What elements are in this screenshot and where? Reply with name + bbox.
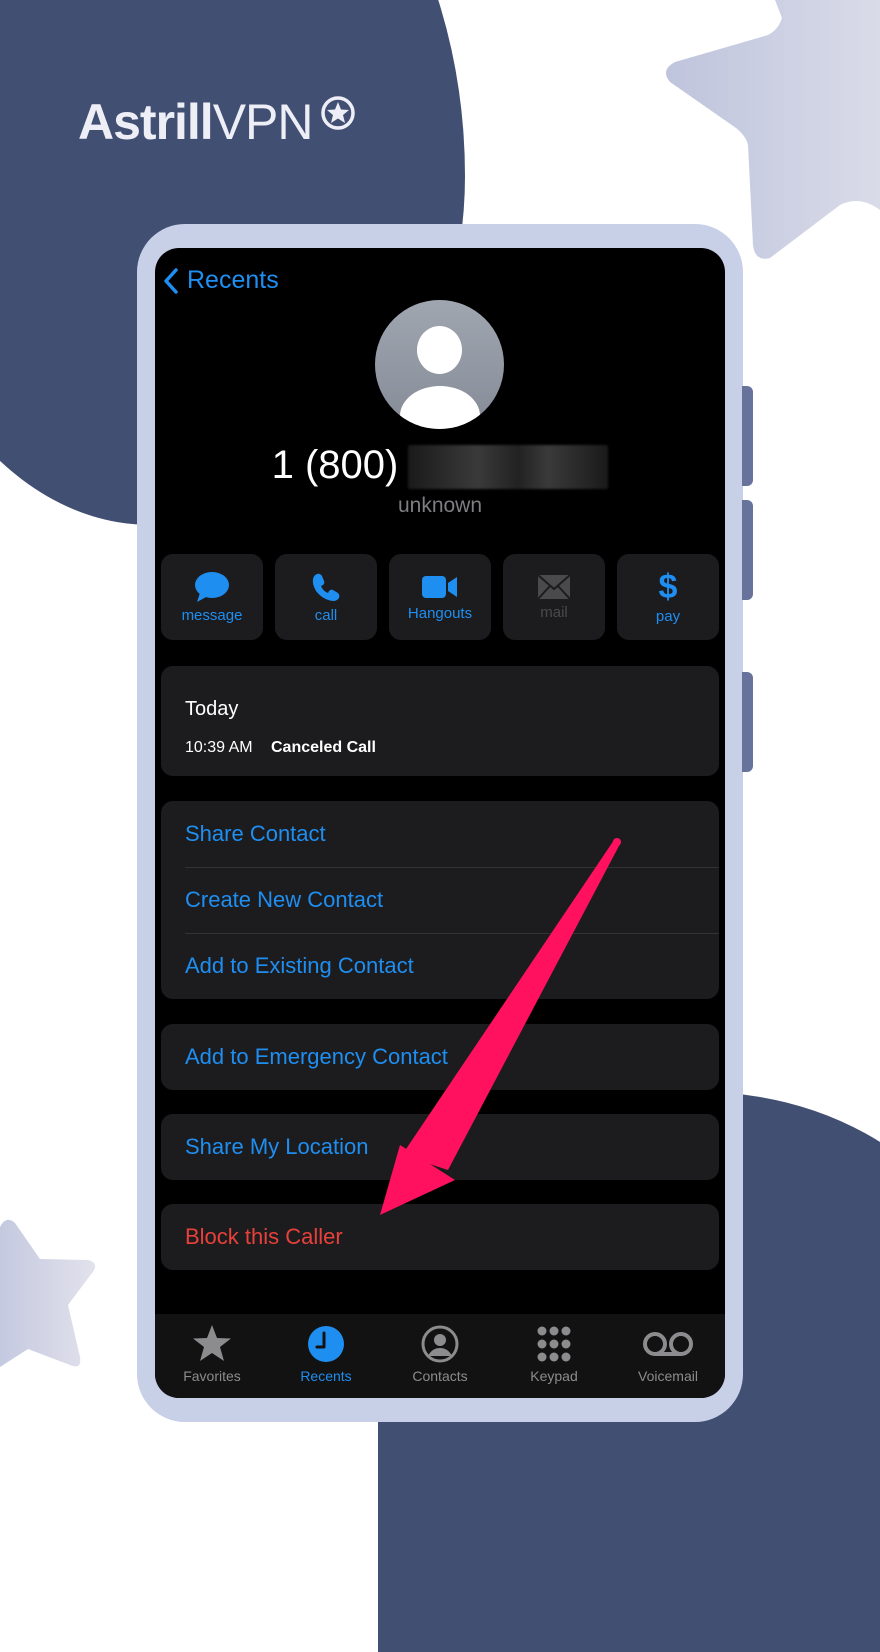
tab-recents-label: Recents (300, 1368, 352, 1384)
clock-icon (308, 1326, 344, 1362)
phone-side-button (742, 386, 753, 486)
tab-keypad-label: Keypad (530, 1368, 578, 1384)
dollar-icon: $ (658, 567, 678, 606)
tab-contacts-label: Contacts (412, 1368, 468, 1384)
contact-actions-group: Share Contact Create New Contact Add to … (161, 801, 719, 999)
phone-side-button (742, 672, 753, 772)
tab-voicemail-label: Voicemail (638, 1368, 698, 1384)
back-label: Recents (187, 266, 279, 294)
back-button[interactable]: Recents (163, 266, 279, 295)
video-camera-icon (422, 575, 457, 598)
phone-side-button (742, 500, 753, 600)
tab-favorites[interactable]: Favorites (155, 1314, 269, 1398)
quick-actions: message call Hangouts mail $ pay (161, 554, 719, 640)
envelope-icon (537, 573, 571, 600)
tab-favorites-label: Favorites (183, 1368, 241, 1384)
tab-bar: Favorites Recents Contacts Keypad Voicem… (155, 1314, 725, 1398)
call-history-card: Today 10:39 AM Canceled Call (161, 666, 719, 776)
block-group: Block this Caller (161, 1204, 719, 1270)
keypad-icon (537, 1326, 571, 1362)
phone-number-label: unknown (397, 494, 483, 517)
person-circle-icon (421, 1325, 459, 1363)
message-label: message (181, 606, 243, 624)
star-circle-icon (321, 96, 355, 130)
history-day: Today (185, 698, 239, 720)
background-star-bottom-left-icon (0, 1219, 96, 1367)
phone-number-visible: 1 (800) (271, 443, 399, 487)
voicemail-icon (643, 1332, 693, 1356)
pay-label: pay (655, 607, 681, 625)
location-group: Share My Location (161, 1114, 719, 1180)
share-my-location-button[interactable]: Share My Location (161, 1114, 719, 1180)
tab-voicemail[interactable]: Voicemail (611, 1314, 725, 1398)
share-contact-button[interactable]: Share Contact (161, 801, 719, 867)
brand-logo: AstrillVPN (78, 92, 314, 152)
add-to-existing-contact-button[interactable]: Add to Existing Contact (161, 933, 719, 999)
phone-number: 1 (800) (155, 443, 725, 490)
mail-label: mail (540, 603, 568, 621)
create-new-contact-button[interactable]: Create New Contact (161, 867, 719, 933)
phone-screen: Recents 1 (800) unknown message call Han… (155, 248, 725, 1398)
star-icon (193, 1325, 231, 1361)
phone-number-redacted (408, 445, 609, 490)
hangouts-button[interactable]: Hangouts (389, 554, 491, 640)
phone-icon (312, 573, 340, 601)
tab-contacts[interactable]: Contacts (383, 1314, 497, 1398)
avatar (375, 300, 504, 429)
call-button[interactable]: call (275, 554, 377, 640)
tab-recents[interactable]: Recents (269, 1314, 383, 1398)
block-caller-button[interactable]: Block this Caller (161, 1204, 719, 1270)
pay-button[interactable]: $ pay (617, 554, 719, 640)
history-status: Canceled Call (271, 739, 376, 756)
person-silhouette-icon (417, 326, 462, 374)
message-bubble-icon (195, 571, 229, 602)
brand-name-bold: Astrill (78, 94, 214, 150)
history-time: 10:39 AM (185, 739, 253, 756)
add-to-emergency-contact-button[interactable]: Add to Emergency Contact (161, 1024, 719, 1090)
person-silhouette-body (400, 386, 480, 429)
hangouts-label: Hangouts (407, 604, 473, 622)
message-button[interactable]: message (161, 554, 263, 640)
tab-keypad[interactable]: Keypad (497, 1314, 611, 1398)
brand-name-light: VPN (212, 94, 314, 150)
mail-button[interactable]: mail (503, 554, 605, 640)
chevron-left-icon (164, 267, 178, 294)
emergency-group: Add to Emergency Contact (161, 1024, 719, 1090)
call-label: call (314, 606, 338, 624)
